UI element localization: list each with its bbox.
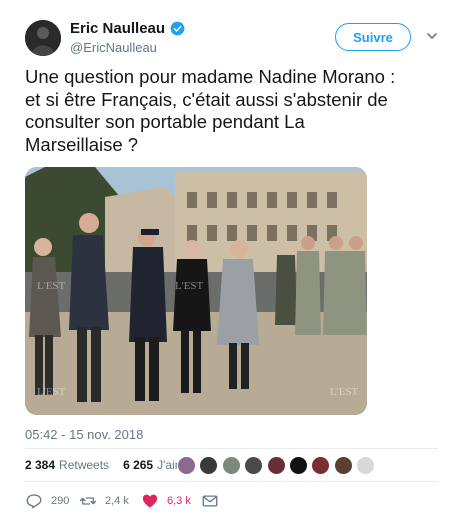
retweet-icon — [79, 497, 97, 505]
liker-avatar[interactable] — [333, 456, 353, 475]
tweet-text-line: Marseillaise ? — [25, 133, 139, 155]
tweet-text-line: et si être Français, c'était aussi s'abs… — [25, 88, 388, 110]
retweets-label: Retweets — [59, 458, 110, 472]
reply-action[interactable]: 290 — [25, 492, 79, 510]
reply-count: 290 — [51, 495, 70, 507]
tweet-text-line: consulter son portable pendant La — [25, 111, 305, 132]
liker-avatar[interactable] — [311, 456, 331, 475]
liker-avatar[interactable] — [356, 456, 376, 475]
follow-button[interactable]: Suivre — [335, 23, 411, 51]
author-row[interactable]: Eric Naulleau — [70, 20, 185, 37]
envelope-icon — [202, 495, 218, 507]
liker-avatars — [177, 456, 379, 475]
photo-watermark: L'EST — [175, 280, 204, 292]
retweets-count: 2 384 — [25, 458, 56, 472]
tweet-text: Une question pour madame Nadine Morano :… — [25, 66, 445, 156]
liker-avatar[interactable] — [199, 456, 219, 475]
tweet-timestamp[interactable]: 05:42 - 15 nov. 2018 — [25, 427, 143, 442]
tweet-photo[interactable]: L'EST L'EST L'EST L'EST — [25, 167, 367, 415]
divider — [25, 481, 438, 482]
retweet-count: 2,4 k — [105, 495, 129, 507]
message-action[interactable] — [201, 492, 227, 510]
tweet-text-line: Une question pour madame Nadine Morano : — [25, 66, 396, 87]
retweet-action[interactable]: 2,4 k — [79, 492, 141, 510]
verified-badge-icon — [170, 21, 185, 36]
chevron-down-icon[interactable] — [426, 30, 438, 42]
retweets-stat[interactable]: 2 384 Retweets — [25, 458, 109, 472]
photo-watermark: L'EST — [330, 386, 359, 398]
liker-avatar[interactable] — [266, 456, 286, 475]
liker-avatar[interactable] — [177, 456, 196, 475]
avatar[interactable] — [25, 20, 61, 56]
liker-avatar[interactable] — [221, 456, 241, 475]
heart-icon — [142, 494, 158, 508]
liker-avatar[interactable] — [288, 456, 308, 475]
liker-avatar[interactable] — [244, 456, 264, 475]
tweet-actions: 290 2,4 k 6,3 k — [25, 492, 227, 510]
photo-watermark: L'EST — [37, 386, 66, 398]
author-name[interactable]: Eric Naulleau — [70, 20, 165, 37]
like-action[interactable]: 6,3 k — [141, 492, 201, 510]
photo-watermark: L'EST — [37, 280, 66, 292]
author-handle[interactable]: @EricNaulleau — [70, 40, 157, 55]
like-count: 6,3 k — [167, 495, 191, 507]
divider — [25, 448, 438, 449]
likes-count: 6 265 — [123, 458, 154, 472]
reply-icon — [26, 494, 42, 509]
